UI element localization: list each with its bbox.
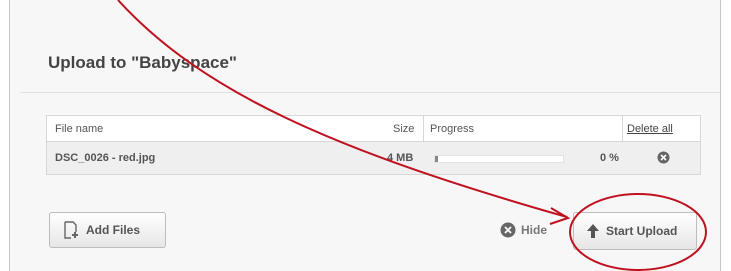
column-header-size: Size [393, 122, 415, 135]
close-circle-icon [500, 222, 516, 238]
column-header-file-name: File name [55, 122, 104, 135]
table-header: File name Size Progress Delete all [47, 116, 700, 142]
table-row: DSC_0026 - red.jpg 4 MB 0 % [47, 142, 700, 174]
up-arrow-icon [587, 224, 599, 238]
start-upload-button[interactable]: Start Upload [573, 212, 697, 250]
file-table: File name Size Progress Delete all DSC_0… [46, 115, 701, 175]
add-file-icon [64, 221, 78, 239]
dialog-title: Upload to "Babyspace" [48, 53, 237, 72]
column-divider [622, 116, 623, 141]
hide-button[interactable]: Hide [500, 222, 547, 238]
column-header-progress: Progress [430, 122, 475, 135]
delete-row-icon[interactable] [657, 151, 670, 164]
row-progress-percent: 0 % [600, 152, 619, 164]
upload-progress-fill [435, 156, 438, 162]
row-file-name: DSC_0026 - red.jpg [55, 152, 156, 164]
start-upload-label: Start Upload [606, 224, 678, 238]
delete-all-link[interactable]: Delete all [627, 123, 673, 135]
upload-progress-bar [434, 155, 564, 163]
add-files-label: Add Files [86, 223, 141, 237]
top-divider [20, 92, 720, 93]
column-divider [423, 116, 424, 141]
add-files-button[interactable]: Add Files [49, 212, 166, 248]
hide-label: Hide [521, 223, 548, 237]
row-file-size: 4 MB [387, 152, 414, 164]
